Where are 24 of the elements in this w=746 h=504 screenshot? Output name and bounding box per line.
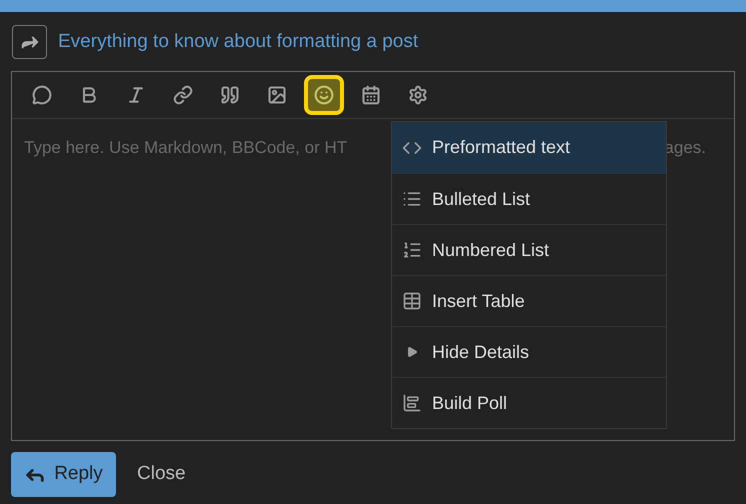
- triangle-icon: [406, 346, 418, 358]
- reply-button[interactable]: Reply: [11, 452, 116, 497]
- numbered-list-icon: [402, 240, 422, 260]
- menu-item[interactable]: Numbered List: [392, 224, 666, 275]
- settings-icon: [408, 85, 428, 105]
- menu-item[interactable]: Preformatted text: [392, 122, 666, 173]
- calendar-icon: [361, 85, 381, 105]
- smiley-icon: [314, 85, 334, 105]
- menu-item[interactable]: Build Poll: [392, 377, 666, 428]
- menu-item[interactable]: Insert Table: [392, 275, 666, 326]
- share-button[interactable]: [12, 25, 47, 59]
- placeholder-text: Type here. Use Markdown, BBCode, or HT: [24, 137, 348, 159]
- topic-link[interactable]: Everything to know about formatting a post: [58, 28, 418, 56]
- close-button[interactable]: Close: [136, 460, 187, 489]
- table-icon: [402, 291, 422, 311]
- bar-chart-icon: [402, 393, 422, 413]
- italic-icon: [126, 85, 146, 105]
- quote-icon: [220, 85, 240, 105]
- smiley-button[interactable]: [304, 75, 344, 115]
- image-icon: [267, 85, 287, 105]
- link-icon: [173, 85, 193, 105]
- speech-bubble-icon: [32, 85, 52, 105]
- menu-item[interactable]: Hide Details: [392, 326, 666, 377]
- menu-item[interactable]: Bulleted List: [392, 173, 666, 224]
